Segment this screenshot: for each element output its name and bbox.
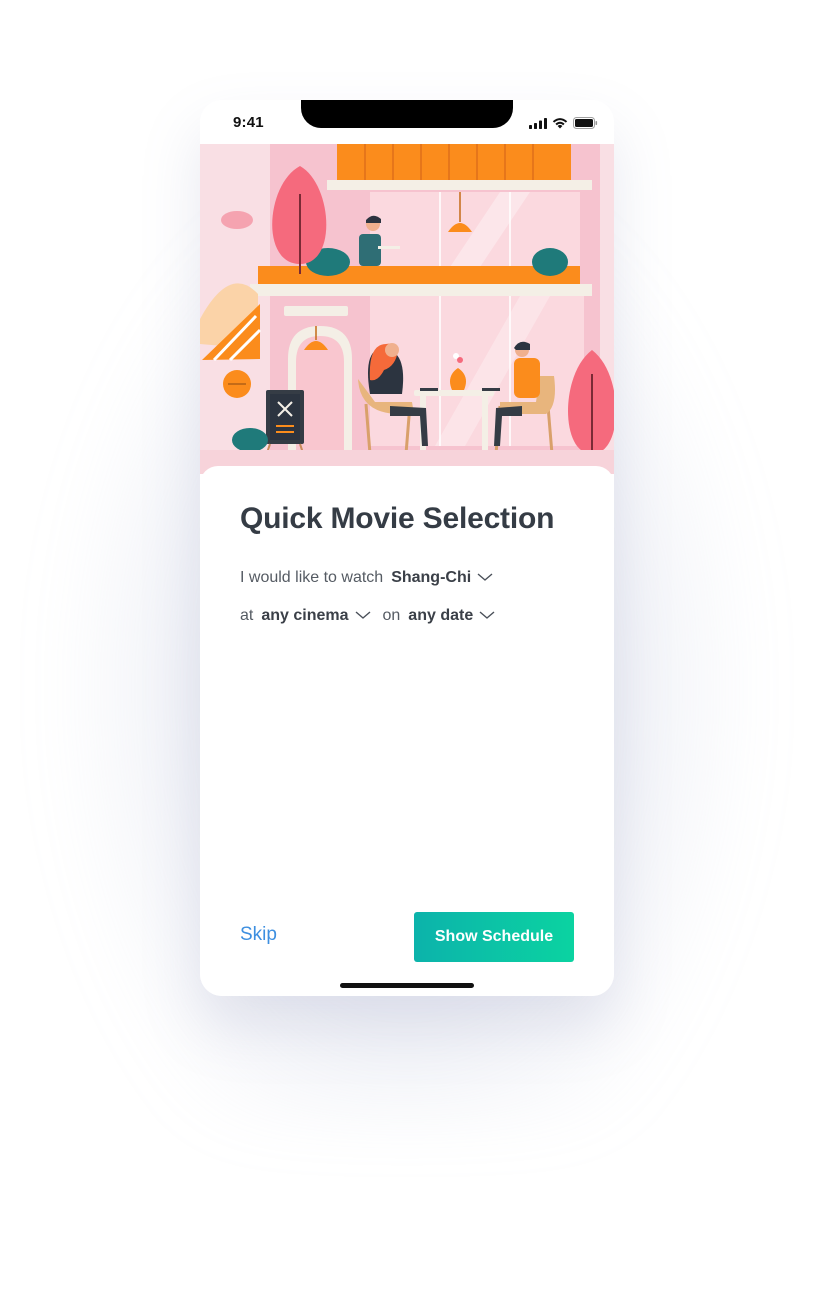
page-title: Quick Movie Selection xyxy=(240,502,555,535)
device-notch xyxy=(301,100,513,128)
cinema-dropdown[interactable]: any cinema xyxy=(261,607,370,625)
chevron-down-icon xyxy=(349,607,371,625)
status-icons xyxy=(529,116,598,134)
sentence-line-1: I would like to watch Shang-Chi xyxy=(240,569,493,587)
on-label: on xyxy=(382,607,401,624)
chevron-down-icon xyxy=(471,569,493,587)
sentence-line-2: at any cinema on any date xyxy=(240,607,495,625)
wifi-icon xyxy=(552,116,568,134)
movie-value: Shang-Chi xyxy=(391,569,472,586)
canvas: 9:41 Quick Movie Selection I would like … xyxy=(0,0,814,1296)
watch-prefix-label: I would like to watch xyxy=(240,569,384,586)
status-time: 9:41 xyxy=(233,114,264,131)
movie-dropdown[interactable]: Shang-Chi xyxy=(391,569,493,587)
status-bar: 9:41 xyxy=(200,100,614,144)
date-dropdown[interactable]: any date xyxy=(408,607,495,625)
chevron-down-icon xyxy=(473,607,495,625)
show-schedule-button[interactable]: Show Schedule xyxy=(414,912,574,962)
hero-illustration xyxy=(200,144,614,474)
date-value: any date xyxy=(408,607,474,624)
cellular-signal-icon xyxy=(529,116,547,134)
home-indicator[interactable] xyxy=(340,983,474,988)
cinema-value: any cinema xyxy=(261,607,349,624)
at-label: at xyxy=(240,607,254,624)
selection-sheet: Quick Movie Selection I would like to wa… xyxy=(200,466,614,996)
phone-frame: 9:41 Quick Movie Selection I would like … xyxy=(200,100,614,996)
skip-link[interactable]: Skip xyxy=(240,924,277,946)
battery-icon xyxy=(573,116,598,134)
